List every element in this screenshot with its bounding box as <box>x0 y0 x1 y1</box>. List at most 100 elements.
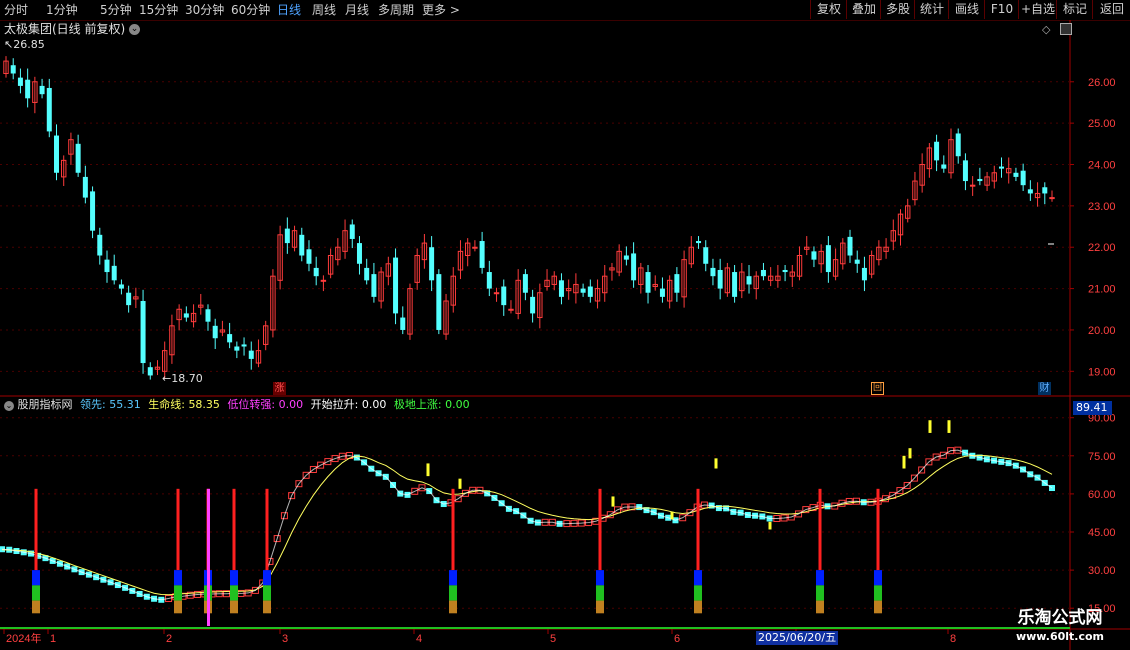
tab-multi-period[interactable]: 多周期 <box>378 2 414 18</box>
mark-button[interactable]: 标记 <box>1056 0 1093 19</box>
candle-body <box>703 247 709 264</box>
price-tick-label: 19.00 <box>1088 366 1116 378</box>
signal-yellow-tick <box>670 511 674 520</box>
candle-body <box>313 267 319 277</box>
candle-body <box>183 313 189 318</box>
legend-life: 生命线: 58.35 <box>148 398 220 411</box>
candle-body <box>126 292 132 306</box>
tab-daily[interactable]: 日线 <box>277 2 301 18</box>
candle-body <box>284 228 290 244</box>
tab-60min[interactable]: 60分钟 <box>231 2 270 18</box>
legend-life-label: 生命线: <box>148 398 185 411</box>
candle-body <box>53 135 59 173</box>
signal-yellow-tick <box>714 458 718 469</box>
signal-blue-block <box>449 570 457 586</box>
candle-body <box>732 272 738 297</box>
candle-body <box>746 276 752 285</box>
tab-5min[interactable]: 5分钟 <box>100 2 132 18</box>
drawing-button[interactable]: 画线 <box>948 0 985 19</box>
legend-lead-value: 55.31 <box>109 398 141 411</box>
tab-30min[interactable]: 30分钟 <box>185 2 224 18</box>
candle-body <box>659 288 665 297</box>
diamond-icon[interactable]: ◇ <box>1042 23 1050 37</box>
candle-body <box>364 267 370 281</box>
chart-canvas[interactable]: 26.0025.0024.0023.0022.0021.0020.0019.00… <box>0 20 1130 650</box>
legend-low-strong: 低位转强: 0.00 <box>227 398 303 411</box>
signal-red-bar <box>696 488 700 571</box>
tab-monthly[interactable]: 月线 <box>345 2 369 18</box>
tab-fenshi[interactable]: 分时 <box>4 2 28 18</box>
signal-brown-block <box>230 600 238 614</box>
indicator-chart[interactable] <box>0 420 1070 629</box>
back-button[interactable]: 返回 <box>1092 0 1130 19</box>
signal-yellow-tick <box>902 455 906 469</box>
signal-magenta-bar <box>207 488 210 626</box>
signal-green-block <box>230 585 238 601</box>
signal-red-bar <box>451 488 455 571</box>
signal-blue-block <box>596 570 604 586</box>
signal-yellow-tick <box>947 420 951 433</box>
chevron-down-icon[interactable]: ⌄ <box>129 24 141 35</box>
candle-body <box>39 85 45 95</box>
candle-body <box>479 241 485 268</box>
signal-red-bar <box>232 488 236 571</box>
legend-start-rise: 开始拉升: 0.00 <box>311 398 387 411</box>
candle-body <box>320 279 327 282</box>
overlay-button[interactable]: 叠加 <box>846 0 881 19</box>
signal-brown-block <box>874 600 882 614</box>
signal-red-bar <box>598 488 602 571</box>
finance-marker[interactable]: 财 <box>1038 382 1051 395</box>
f10-button[interactable]: F10 <box>984 0 1019 19</box>
low-price-label: ←18.70 <box>162 372 203 385</box>
signal-brown-block <box>596 600 604 614</box>
legend-low-strong-label: 低位转强: <box>227 398 276 411</box>
statistics-button[interactable]: 统计 <box>914 0 949 19</box>
candle-body <box>710 267 716 277</box>
time-label: 2024年 <box>6 631 41 645</box>
signal-yellow-tick <box>908 448 912 459</box>
signal-blue-block <box>32 570 40 586</box>
price-tick-label: 23.00 <box>1088 201 1116 213</box>
candle-body <box>104 259 110 273</box>
panel-toggle-icon[interactable] <box>1060 23 1072 35</box>
signal-brown-block <box>694 600 702 614</box>
signal-brown-block <box>32 600 40 614</box>
signal-green-block <box>816 585 824 601</box>
indicator-name: 股朋指标网 <box>17 398 73 411</box>
time-label: 4 <box>416 633 422 645</box>
candle-body <box>436 274 442 330</box>
price-tick-label: 26.00 <box>1088 77 1116 89</box>
candle-body <box>147 367 153 376</box>
candle-body <box>205 309 211 322</box>
candle-body <box>955 133 961 157</box>
tab-weekly[interactable]: 周线 <box>312 2 336 18</box>
legend-extreme-rise: 极地上涨: 0.00 <box>394 398 470 411</box>
tab-1min[interactable]: 1分钟 <box>46 2 78 18</box>
candle-body <box>429 247 435 281</box>
signal-blue-block <box>174 570 182 586</box>
signal-brown-block <box>449 600 457 614</box>
time-label: 8 <box>950 633 956 645</box>
candle-body <box>508 308 514 311</box>
signal-blue-block <box>230 570 238 586</box>
more-dropdown[interactable]: 更多 > <box>422 2 460 18</box>
tab-15min[interactable]: 15分钟 <box>139 2 178 18</box>
signal-brown-block <box>263 600 271 614</box>
indicator-tick-label: 75.00 <box>1088 451 1116 463</box>
limit-up-marker[interactable]: 涨 <box>273 382 286 395</box>
add-watchlist-button[interactable]: +自选 <box>1018 0 1057 19</box>
period-toolbar: 分时 1分钟 5分钟 15分钟 30分钟 60分钟 日线 周线 月线 多周期 更… <box>0 0 1130 21</box>
signal-green-block <box>874 585 882 601</box>
time-label: 1 <box>50 633 56 645</box>
candle-body <box>400 317 406 330</box>
indicator-current-value: 89.41 <box>1073 401 1112 415</box>
multi-stock-button[interactable]: 多股 <box>880 0 915 19</box>
candle-body <box>90 191 96 231</box>
high-price-label: ↖26.85 <box>4 38 45 51</box>
callback-marker[interactable]: 回 <box>871 382 884 395</box>
chevron-down-icon[interactable]: ⌄ <box>4 401 14 411</box>
site-watermark: 乐淘公式网 www.60lt.com <box>990 606 1130 650</box>
candlestick-chart[interactable] <box>3 56 1055 380</box>
rights-adjust-button[interactable]: 复权 <box>810 0 847 19</box>
lead-line <box>1 449 1053 601</box>
